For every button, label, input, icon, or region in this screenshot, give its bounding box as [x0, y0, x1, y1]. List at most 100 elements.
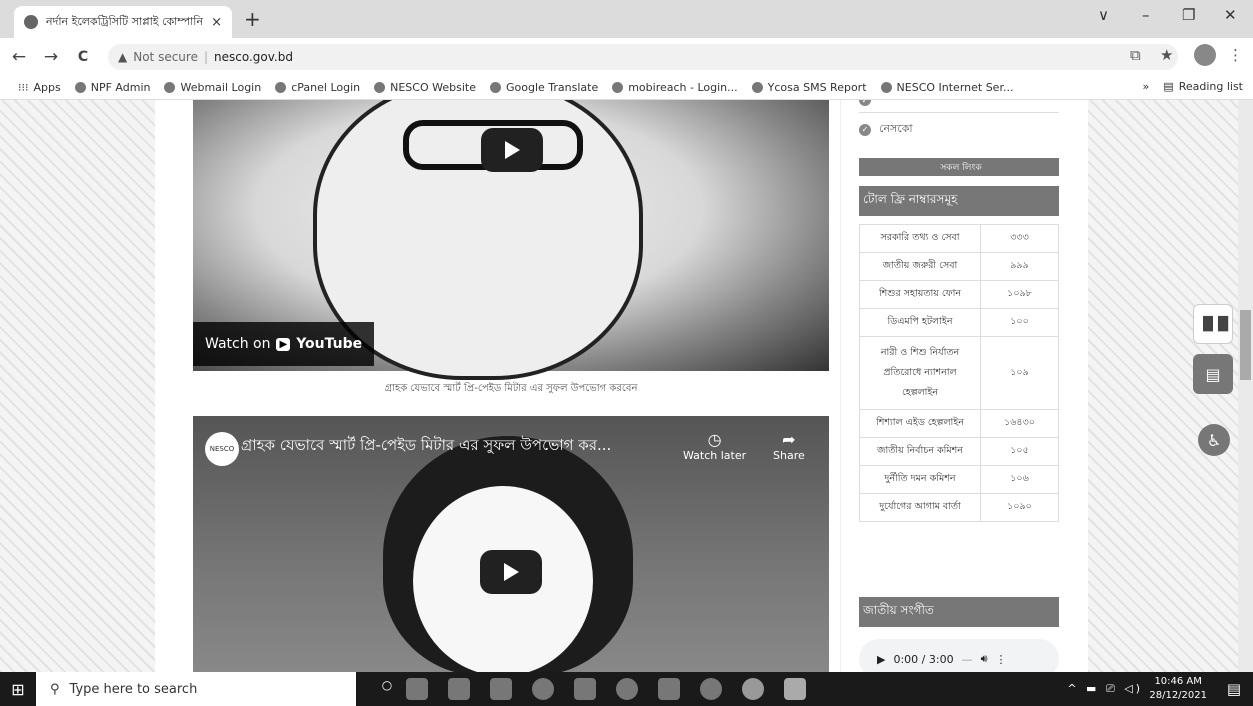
watch-later-button[interactable]: ◷ Watch later: [683, 430, 746, 462]
bookmark-favicon-icon: [164, 82, 176, 93]
browser-tab[interactable]: নর্দান ইলেকট্রিসিটি সাপ্লাই কোম্পানি ×: [14, 6, 232, 38]
security-status[interactable]: Not secure: [133, 50, 198, 64]
play-button[interactable]: [481, 128, 543, 172]
chat-icon[interactable]: ▤: [1193, 354, 1233, 394]
word-icon[interactable]: [784, 678, 806, 700]
back-button[interactable]: ←: [6, 47, 32, 67]
hotline-name: জাতীয় নির্বাচন কমিশন: [859, 437, 981, 466]
audio-player[interactable]: ▶ 0:00 / 3:00 — 🔊︎ ⋮: [859, 639, 1059, 672]
sidebar-link-partial[interactable]: ✓: [859, 100, 871, 106]
share-button[interactable]: ➦ Share: [773, 430, 805, 462]
volume-icon[interactable]: 🔊︎: [981, 652, 988, 666]
tab-close-icon[interactable]: ×: [211, 15, 222, 30]
maximize-button[interactable]: ❐: [1182, 6, 1195, 24]
reading-list-label: Reading list: [1178, 80, 1243, 93]
file-explorer-icon[interactable]: [448, 678, 470, 700]
reload-button[interactable]: C: [70, 49, 96, 65]
hotline-name: দুর্যোগের আগাম বার্তা: [859, 493, 981, 522]
tab-search-icon[interactable]: ∨: [1098, 6, 1109, 24]
accessibility-icon[interactable]: ♿︎: [1198, 424, 1230, 456]
taskbar-search[interactable]: ⚲ Type here to search: [36, 672, 356, 706]
audio-play-icon[interactable]: ▶: [877, 653, 885, 666]
tab-title: নর্দান ইলেকট্রিসিটি সাপ্লাই কোম্পানি: [46, 14, 204, 28]
bookmark-nesco-website[interactable]: NESCO Website: [374, 81, 476, 94]
bookmark-npf-admin[interactable]: NPF Admin: [74, 81, 151, 94]
page-scrollbar[interactable]: [1238, 100, 1253, 672]
hotline-number[interactable]: ১০৫: [980, 437, 1059, 466]
clock-time: 10:46 AM: [1154, 676, 1202, 687]
windows-start-icon[interactable]: ⊞: [0, 680, 36, 699]
windows-taskbar: ⊞ ⚲ Type here to search ○ ^ ▬ ⎚ ◁) 10:46…: [0, 672, 1253, 706]
hotline-number[interactable]: ১০৯: [980, 336, 1059, 410]
bookmark-webmail-login[interactable]: Webmail Login: [164, 81, 261, 94]
app-icon-2[interactable]: [658, 678, 680, 700]
audio-menu-icon[interactable]: ⋮: [996, 653, 1007, 666]
close-window-button[interactable]: ✕: [1224, 6, 1237, 24]
hotline-number[interactable]: ৯৯৯: [980, 252, 1059, 281]
youtube-video-player-2[interactable]: NESCO গ্রাহক যেভাবে স্মার্ট প্রি-পেইড মি…: [193, 416, 829, 672]
bookmark-label: NESCO Website: [390, 81, 476, 94]
new-tab-button[interactable]: +: [244, 7, 261, 31]
table-row: শিশুর সহায়তায় ফোন ১০৯৮: [859, 280, 1059, 309]
hotline-number[interactable]: ১০০: [980, 308, 1059, 337]
more-bookmarks-button[interactable]: »: [1143, 80, 1150, 93]
bookmark-star-icon[interactable]: ★: [1160, 46, 1173, 64]
scrollbar-thumb[interactable]: [1240, 310, 1251, 380]
share-icon[interactable]: ⧉: [1130, 46, 1141, 64]
background-pattern-left: [0, 100, 155, 672]
bookmark-google-translate[interactable]: Google Translate: [489, 81, 598, 94]
youtube-video-player[interactable]: Watch on ▶ YouTube: [193, 100, 829, 380]
bookmark-favicon-icon: [880, 82, 892, 93]
hotline-number[interactable]: ১০৯৮: [980, 280, 1059, 309]
all-links-button[interactable]: সকল লিংক: [859, 158, 1059, 176]
menu-kebab-icon[interactable]: ⋮: [1228, 46, 1243, 64]
minimize-button[interactable]: –: [1142, 6, 1150, 24]
table-row: শিশ্যাল এইড হেল্পলাইন ১৬৪৩০: [859, 409, 1059, 438]
play-button-2[interactable]: [480, 550, 542, 594]
search-icon: ⚲: [50, 681, 60, 697]
profile-avatar[interactable]: [1194, 44, 1216, 66]
check-circle-icon: ✓: [859, 123, 871, 136]
reading-list-button[interactable]: ▤ Reading list: [1163, 80, 1243, 93]
chrome-icon[interactable]: [700, 678, 722, 700]
table-row: দুর্নীতি দমন কমিশন ১০৬: [859, 465, 1059, 494]
stats-chart-icon[interactable]: ▐▌█: [1193, 304, 1233, 344]
bookmark-nesco-internet[interactable]: NESCO Internet Ser...: [880, 81, 1013, 94]
hotline-number[interactable]: ৩৩৩: [980, 224, 1059, 253]
bookmark-favicon-icon: [489, 82, 501, 93]
check-circle-icon: ✓: [859, 100, 871, 106]
url-text[interactable]: nesco.gov.bd: [214, 50, 293, 64]
clock[interactable]: 10:46 AM 28/12/2021: [1149, 675, 1207, 703]
bookmark-ycosa-sms[interactable]: Ycosa SMS Report: [751, 81, 867, 94]
cortana-icon[interactable]: ○: [376, 678, 398, 700]
sidebar-link-nesco[interactable]: ✓ নেসকো: [859, 120, 913, 139]
clock-icon: ◷: [707, 430, 722, 449]
video-title[interactable]: গ্রাহক যেভাবে স্মার্ট প্রি-পেইড মিটার এর…: [241, 434, 611, 459]
hotline-name: দুর্নীতি দমন কমিশন: [859, 465, 981, 494]
bookmark-mobireach[interactable]: mobireach - Login...: [612, 81, 738, 94]
system-tray-icons[interactable]: ^ ▬ ⎚ ◁): [1067, 682, 1143, 696]
bookmark-cpanel-login[interactable]: cPanel Login: [275, 81, 360, 94]
hotline-number[interactable]: ১০৯০: [980, 493, 1059, 522]
bookmark-apps[interactable]: ⁝⁝⁝ Apps: [18, 81, 61, 94]
hotline-number[interactable]: ১৬৪৩০: [980, 409, 1059, 438]
notification-icon[interactable]: ▤: [1227, 680, 1241, 698]
audio-progress[interactable]: —: [962, 653, 973, 666]
hotline-name: শিশ্যাল এইড হেল্পলাইন: [859, 409, 981, 438]
task-view-icon[interactable]: [406, 678, 428, 700]
share-label: Share: [773, 449, 805, 462]
app-icon[interactable]: [616, 678, 638, 700]
network-app-icon[interactable]: [574, 678, 596, 700]
address-bar[interactable]: ▲ Not secure | nesco.gov.bd: [108, 44, 1178, 70]
watch-on-youtube-button[interactable]: Watch on ▶ YouTube: [193, 322, 375, 366]
bookmark-label: NPF Admin: [90, 81, 151, 94]
forward-button[interactable]: →: [38, 47, 64, 67]
mail-icon[interactable]: [490, 678, 512, 700]
hotline-number[interactable]: ১০৬: [980, 465, 1059, 494]
security-app-icon[interactable]: [532, 678, 554, 700]
chrome-active-icon[interactable]: [742, 678, 764, 700]
channel-avatar[interactable]: NESCO: [205, 432, 239, 466]
youtube-label: YouTube: [296, 336, 363, 352]
warning-icon[interactable]: ▲: [118, 50, 127, 64]
audio-time: 0:00 / 3:00: [893, 652, 954, 666]
